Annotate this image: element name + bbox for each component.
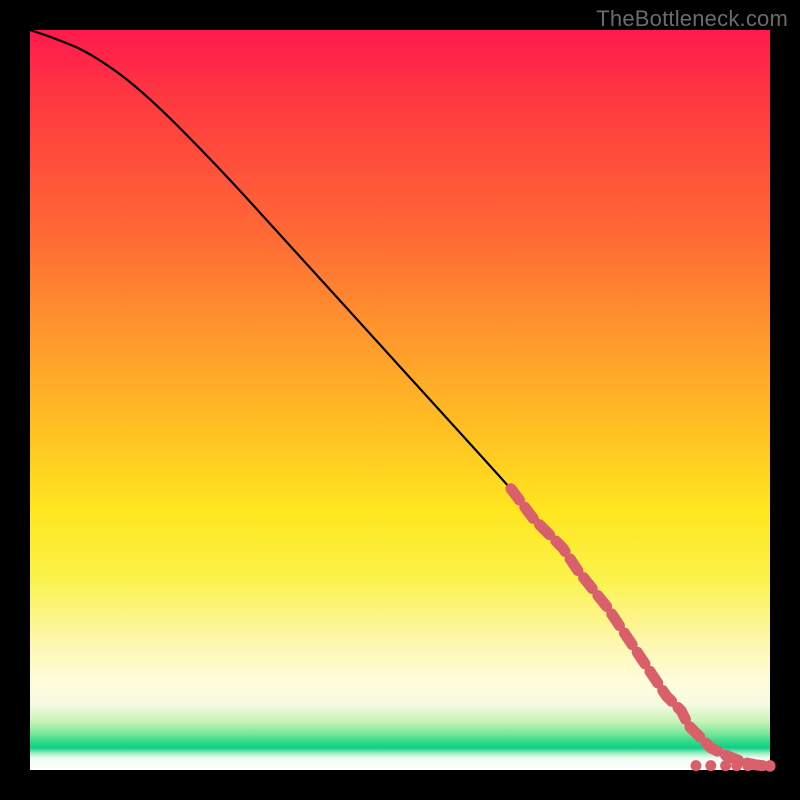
highlight-dot xyxy=(765,760,776,771)
bottleneck-curve-line xyxy=(30,30,770,766)
highlight-dot xyxy=(742,760,753,771)
highlight-dot xyxy=(720,760,731,771)
highlight-dot xyxy=(731,760,742,771)
highlight-dot xyxy=(691,760,702,771)
curve-layer xyxy=(30,30,770,770)
plot-area xyxy=(30,30,770,770)
highlight-dots xyxy=(511,489,776,771)
watermark-text: TheBottleneck.com xyxy=(596,6,788,32)
chart-stage: TheBottleneck.com xyxy=(0,0,800,800)
highlight-stroke xyxy=(511,489,770,767)
highlight-dot xyxy=(705,760,716,771)
